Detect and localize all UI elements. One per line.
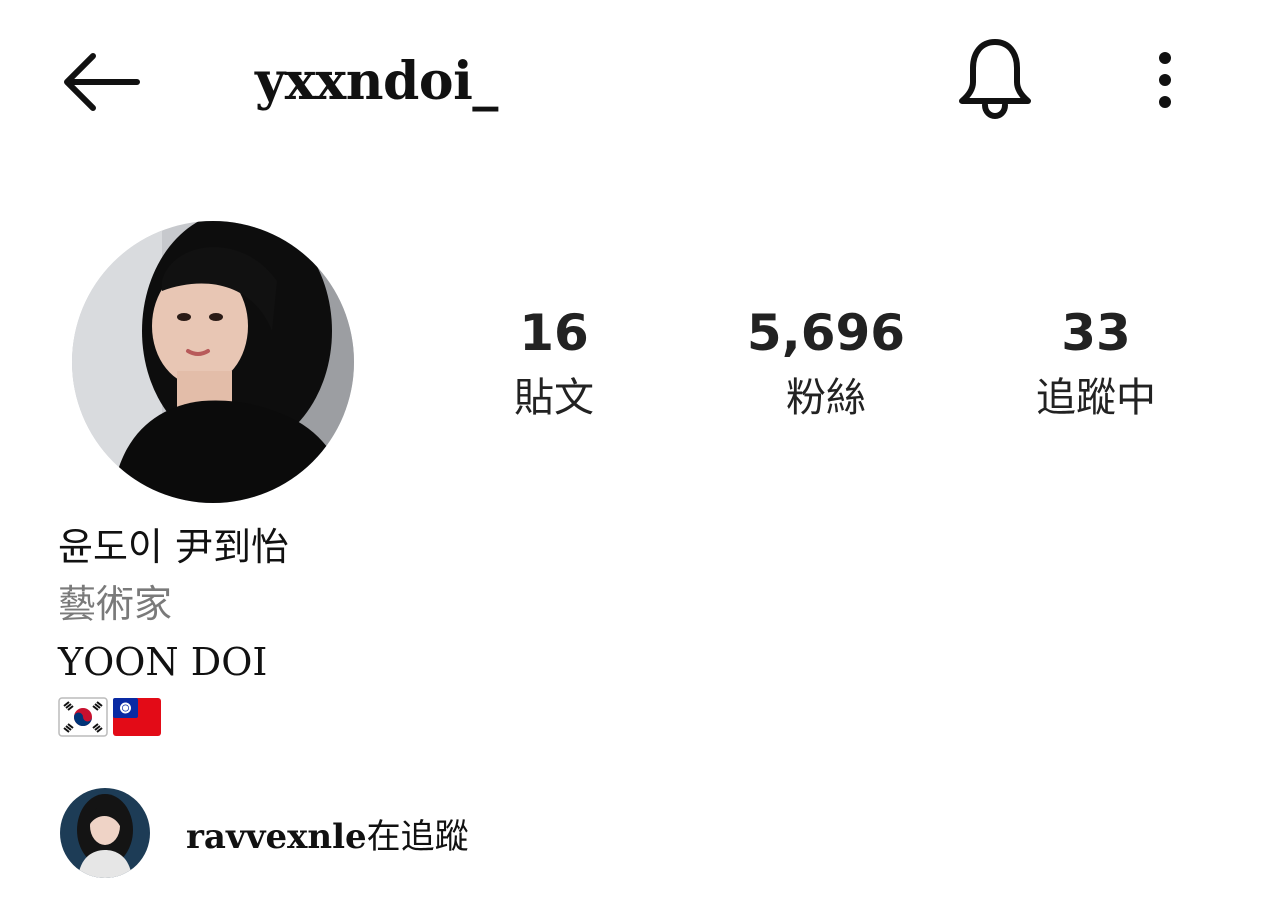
taiwan-flag-icon [113, 698, 161, 736]
stat-followers[interactable]: 5,696 粉絲 [706, 300, 946, 430]
stat-following[interactable]: 33 追蹤中 [976, 300, 1216, 430]
display-name: 윤도이 尹到怡 [58, 525, 289, 569]
followed-by-text: ravvexnle在追蹤 [186, 809, 469, 858]
bio-text: YOON DOI [58, 640, 268, 684]
following-count: 33 [1061, 304, 1131, 362]
followers-count: 5,696 [746, 304, 906, 362]
follower-photo [60, 788, 150, 878]
profile-photo [72, 221, 354, 503]
following-label: 追蹤中 [1036, 375, 1156, 421]
followed-by-suffix: 在追蹤 [366, 816, 469, 857]
follower-username: ravvexnle [186, 816, 367, 857]
more-options-button[interactable] [1140, 40, 1190, 120]
stat-posts[interactable]: 16 貼文 [434, 300, 674, 430]
south-korea-flag-icon [58, 697, 108, 737]
followers-label: 粉絲 [786, 375, 866, 421]
posts-count: 16 [519, 304, 589, 362]
profile-username: yxxndoi_ [255, 51, 498, 112]
top-bar: yxxndoi_ [0, 0, 1279, 170]
category-label: 藝術家 [58, 582, 173, 626]
bell-icon [959, 39, 1031, 120]
posts-label: 貼文 [514, 375, 594, 421]
profile-avatar[interactable] [72, 221, 354, 503]
profile-bio: 윤도이 尹到怡 藝術家 YOON DOI [58, 519, 758, 743]
notifications-button[interactable] [952, 34, 1038, 124]
follower-avatar [60, 788, 150, 878]
more-vertical-icon [1159, 52, 1171, 108]
flag-emojis [58, 697, 758, 743]
followed-by-row[interactable]: ravvexnle在追蹤 [60, 787, 469, 879]
arrow-left-icon [64, 53, 140, 111]
back-button[interactable] [54, 44, 146, 120]
